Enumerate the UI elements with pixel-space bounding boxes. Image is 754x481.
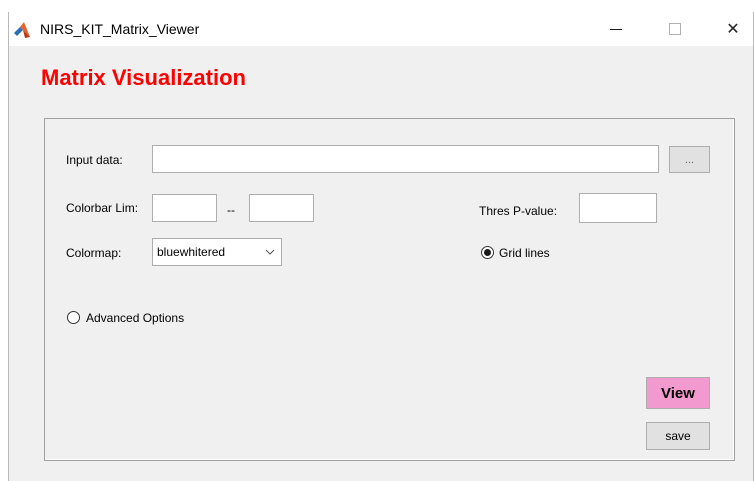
radio-selected-dot (484, 249, 491, 256)
grid-lines-radio[interactable] (481, 246, 494, 259)
maximize-icon (669, 23, 681, 35)
colorbar-separator: -- (227, 203, 235, 217)
window-title: NIRS_KIT_Matrix_Viewer (40, 21, 200, 37)
thres-p-value-label: Thres P-value: (479, 204, 558, 218)
minimize-icon (610, 28, 622, 30)
colormap-selected-value: bluewhitered (157, 245, 226, 259)
colorbar-max-field[interactable] (249, 194, 314, 222)
page-title: Matrix Visualization (41, 65, 246, 90)
advanced-options-radio[interactable] (67, 311, 80, 324)
title-bar[interactable]: NIRS_KIT_Matrix_Viewer ✕ (9, 12, 753, 46)
save-button[interactable]: save (646, 422, 710, 450)
browse-button[interactable]: ... (669, 146, 710, 173)
input-data-label: Input data: (66, 153, 123, 167)
input-data-field[interactable] (152, 145, 659, 173)
chevron-down-icon (265, 249, 275, 255)
matlab-logo-icon (14, 22, 30, 38)
app-window: NIRS_KIT_Matrix_Viewer ✕ Matrix Visualiz… (8, 12, 754, 481)
colorbar-min-field[interactable] (152, 194, 217, 222)
view-button[interactable]: View (646, 377, 710, 409)
maximize-button[interactable] (652, 12, 698, 46)
colorbar-lim-label: Colorbar Lim: (66, 201, 139, 215)
close-icon: ✕ (726, 21, 740, 38)
colormap-label: Colormap: (66, 246, 122, 260)
advanced-options-label[interactable]: Advanced Options (86, 311, 184, 325)
grid-lines-label[interactable]: Grid lines (499, 246, 550, 260)
close-button[interactable]: ✕ (710, 12, 754, 46)
thres-p-value-field[interactable] (579, 193, 657, 223)
minimize-button[interactable] (593, 12, 639, 46)
colormap-dropdown[interactable]: bluewhitered (152, 238, 282, 266)
options-panel: Input data: ... Colorbar Lim: -- Thres P… (44, 118, 735, 461)
